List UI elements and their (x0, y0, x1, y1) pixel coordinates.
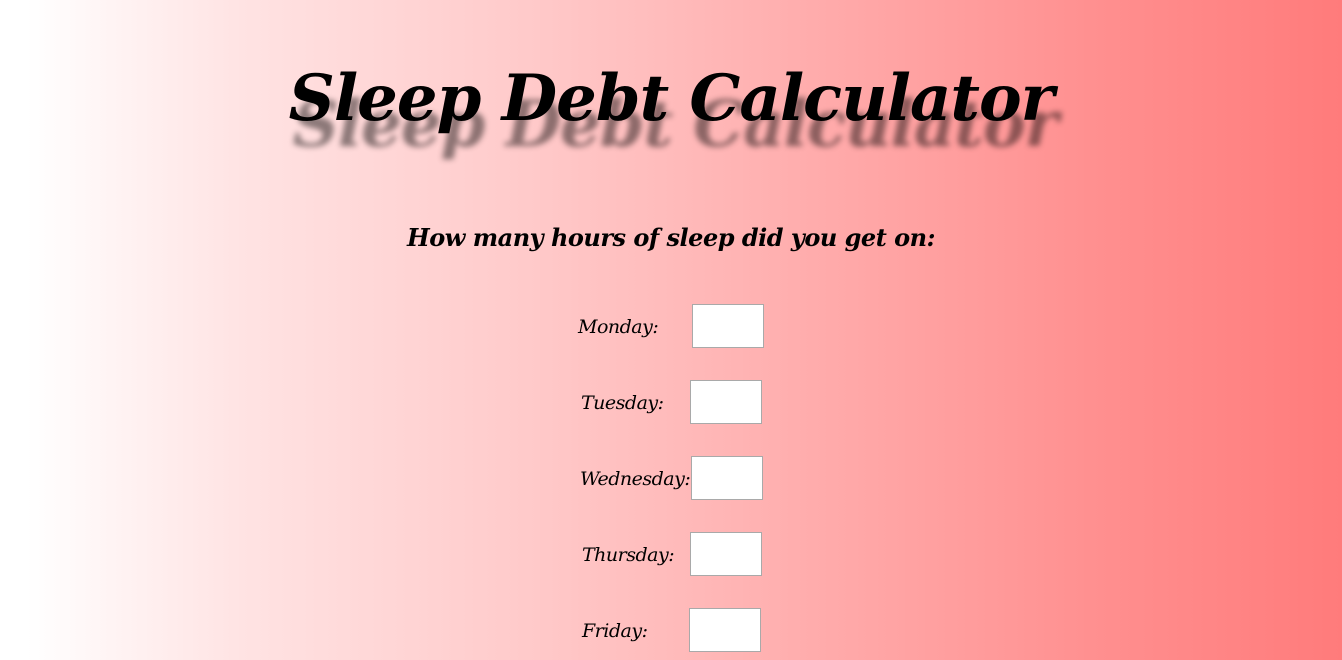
day-row-thursday: Thursday: (582, 532, 772, 578)
day-row-tuesday: Tuesday: (581, 380, 771, 426)
wednesday-label: Wednesday: (580, 468, 691, 490)
wednesday-hours-input[interactable] (691, 456, 763, 500)
sleep-question: How many hours of sleep did you get on: (407, 223, 935, 252)
thursday-hours-input[interactable] (690, 532, 762, 576)
thursday-label: Thursday: (582, 544, 675, 566)
page-title: Sleep Debt Calculator (288, 61, 1055, 136)
friday-label: Friday: (582, 620, 648, 642)
monday-label: Monday: (578, 316, 659, 338)
day-row-wednesday: Wednesday: (580, 456, 770, 502)
tuesday-label: Tuesday: (581, 392, 664, 414)
day-row-monday: Monday: (578, 304, 768, 350)
friday-hours-input[interactable] (689, 608, 761, 652)
tuesday-hours-input[interactable] (690, 380, 762, 424)
monday-hours-input[interactable] (692, 304, 764, 348)
day-row-friday: Friday: (582, 608, 772, 654)
